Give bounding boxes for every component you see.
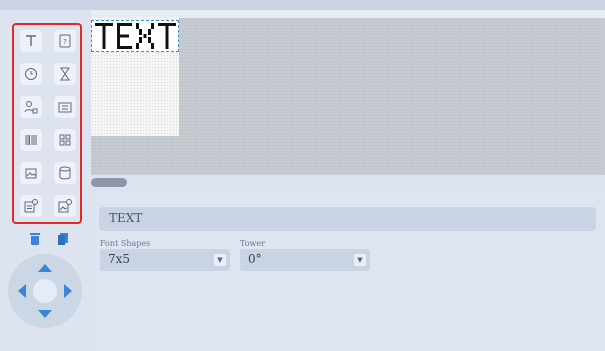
font-shapes-select[interactable]: 7x5 ▼ — [100, 249, 230, 271]
image-badge-icon — [58, 199, 72, 213]
clock-tool-button[interactable] — [20, 63, 42, 85]
copy-button[interactable] — [58, 230, 68, 249]
calendar-grid-icon — [58, 102, 72, 113]
move-up-button[interactable] — [38, 264, 52, 272]
svg-text:?: ? — [63, 38, 67, 46]
variable-tool-button[interactable]: ? — [54, 30, 76, 52]
image-icon — [25, 168, 37, 179]
position-dpad — [8, 254, 82, 328]
database-tool-button[interactable] — [54, 162, 76, 184]
text-object[interactable] — [91, 20, 179, 52]
barcode-icon — [25, 135, 37, 145]
chevron-down-icon: ▼ — [354, 254, 366, 266]
tower-label: Tower — [240, 239, 265, 248]
trash-icon — [30, 233, 40, 245]
canvas-horizontal-scrollbar[interactable] — [91, 175, 605, 191]
counter-tool-button[interactable] — [54, 63, 76, 85]
cylinder-icon — [59, 166, 71, 180]
move-left-button[interactable] — [18, 284, 26, 298]
dpad-center[interactable] — [33, 279, 57, 303]
qrcode-tool-button[interactable] — [54, 129, 76, 151]
scrollbar-thumb[interactable] — [91, 178, 127, 187]
doc-badge-icon — [24, 199, 38, 213]
properties-panel: TEXT Font Shapes 7x5 ▼ Tower 0° ▼ — [91, 191, 605, 351]
dynamic-image-tool-button[interactable] — [54, 195, 76, 217]
question-box-icon: ? — [59, 34, 71, 48]
tower-value: 0° — [248, 252, 262, 266]
text-content-field[interactable]: TEXT — [99, 207, 596, 231]
tower-select[interactable]: 0° ▼ — [240, 249, 370, 271]
text-icon — [26, 35, 36, 46]
font-shapes-label: Font Shapes — [100, 239, 151, 248]
barcode-tool-button[interactable] — [20, 129, 42, 151]
tool-panel: ? — [0, 10, 91, 351]
move-right-button[interactable] — [64, 284, 72, 298]
chevron-down-icon: ▼ — [214, 254, 226, 266]
copy-icon — [58, 233, 68, 245]
delete-button[interactable] — [30, 230, 40, 249]
font-shapes-value: 7x5 — [108, 252, 131, 266]
shift-tool-button[interactable] — [20, 96, 42, 118]
move-down-button[interactable] — [38, 310, 52, 318]
print-canvas[interactable] — [91, 18, 605, 175]
dynamic-text-tool-button[interactable] — [20, 195, 42, 217]
dot-matrix-text — [95, 23, 176, 49]
person-badge-icon — [24, 101, 38, 114]
tool-selection-frame: ? — [12, 23, 82, 224]
qrcode-icon — [59, 134, 71, 146]
text-tool-button[interactable] — [20, 30, 42, 52]
image-tool-button[interactable] — [20, 162, 42, 184]
hourglass-icon — [60, 67, 70, 81]
window-top-bar — [0, 0, 605, 10]
clock-icon — [25, 68, 37, 80]
date-tool-button[interactable] — [54, 96, 76, 118]
